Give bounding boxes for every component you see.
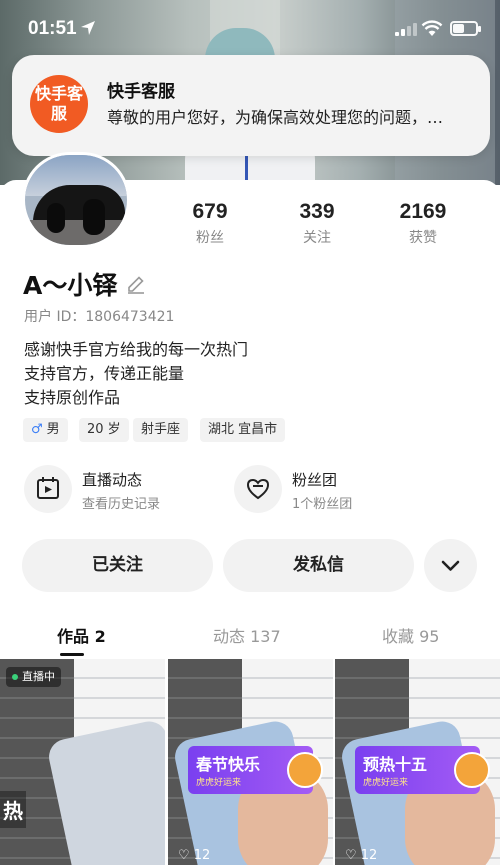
user-id: 用户 ID：1806473421 (24, 309, 175, 325)
tag-gender: ♂ 男 (23, 418, 68, 442)
chevron-down-icon (441, 560, 460, 571)
stat-likes[interactable]: 2169 获赞 (373, 200, 473, 247)
live-history-entry[interactable]: 直播动态 查看历史记录 (24, 465, 204, 515)
content-tabs: 作品 2 动态 137 收藏 95 (0, 615, 500, 659)
feature-subtitle: 查看历史记录 (82, 497, 161, 512)
status-time: 01:51 (28, 18, 77, 39)
tag-age: 20 岁 (79, 418, 129, 442)
notification-title: 快手客服 (107, 82, 175, 102)
active-tab-indicator (60, 653, 84, 656)
promo-banner: 预热十五 虎虎好运来 (355, 746, 490, 794)
heart-badge-icon (234, 465, 282, 513)
feature-title: 直播动态 (82, 471, 143, 489)
cellular-signal-icon (395, 22, 417, 36)
works-grid: 直播中 热 春节快乐 虎虎好运来 ♡ 12 预热十五 虎虎好运来 ♡ 12 (0, 659, 500, 865)
profile-bio: 感谢快手官方给我的每一次热门 支持官方，传递正能量 支持原创作品 (24, 338, 248, 410)
send-message-button[interactable]: 发私信 (223, 539, 414, 592)
feature-subtitle: 1个粉丝团 (292, 497, 353, 512)
tab-favorites[interactable]: 收藏 95 (382, 623, 439, 647)
edit-pencil-icon[interactable] (126, 274, 146, 294)
push-notification[interactable]: 快手客服 快手客服 尊敬的用户您好，为确保高效处理您的问题，… (12, 55, 490, 156)
like-count: ♡ 12 (178, 848, 211, 863)
followed-button[interactable]: 已关注 (22, 539, 213, 592)
tiger-icon (454, 752, 490, 788)
video-thumbnail[interactable]: 春节快乐 虎虎好运来 ♡ 12 (168, 659, 333, 865)
tab-moments[interactable]: 动态 137 (213, 623, 281, 647)
banner-title: 预热十五 (363, 755, 428, 774)
tag-location: 湖北 宜昌市 (200, 418, 286, 442)
male-icon: ♂ (31, 422, 43, 437)
stat-fans[interactable]: 679 粉丝 (160, 200, 260, 247)
stat-label: 关注 (303, 230, 331, 246)
location-arrow-icon (81, 21, 95, 35)
calendar-live-icon (24, 465, 72, 513)
bio-line: 支持原创作品 (24, 388, 121, 407)
more-options-button[interactable] (424, 539, 477, 592)
banner-subtitle: 虎虎好运来 (196, 778, 242, 788)
bio-line: 感谢快手官方给我的每一次热门 (24, 340, 249, 359)
status-bar: 01:51 (0, 0, 500, 58)
thumbnail-overlay-text: 热 (0, 791, 26, 828)
battery-icon (450, 21, 481, 36)
banner-subtitle: 虎虎好运来 (363, 778, 409, 788)
stat-value: 2169 (399, 200, 447, 223)
promo-banner: 春节快乐 虎虎好运来 (188, 746, 323, 794)
video-thumbnail[interactable]: 预热十五 虎虎好运来 ♡ 12 (335, 659, 500, 865)
kuaishou-service-app-icon: 快手客服 (30, 75, 88, 133)
tab-works[interactable]: 作品 2 (57, 623, 106, 647)
live-badge: 直播中 (6, 667, 61, 687)
stat-value: 679 (192, 200, 228, 223)
wifi-icon (421, 20, 443, 36)
tiger-icon (287, 752, 323, 788)
feature-title: 粉丝团 (292, 471, 338, 489)
fan-group-entry[interactable]: 粉丝团 1个粉丝团 (234, 465, 414, 515)
stat-following[interactable]: 339 关注 (267, 200, 367, 247)
profile-stats: 679 粉丝 339 关注 2169 获赞 (150, 200, 495, 250)
stat-value: 339 (299, 200, 335, 223)
like-count: ♡ 12 (345, 848, 378, 863)
stat-label: 获赞 (409, 230, 437, 246)
tag-text: 男 (46, 422, 60, 437)
tag-zodiac: 射手座 (133, 418, 189, 442)
notification-body: 尊敬的用户您好，为确保高效处理您的问题，… (107, 108, 444, 127)
banner-title: 春节快乐 (196, 755, 261, 774)
video-thumbnail[interactable]: 直播中 热 (0, 659, 165, 865)
avatar[interactable] (22, 152, 130, 248)
bio-line: 支持官方，传递正能量 (24, 364, 185, 383)
stat-label: 粉丝 (196, 230, 224, 246)
profile-name: A～小铎 (23, 271, 118, 300)
